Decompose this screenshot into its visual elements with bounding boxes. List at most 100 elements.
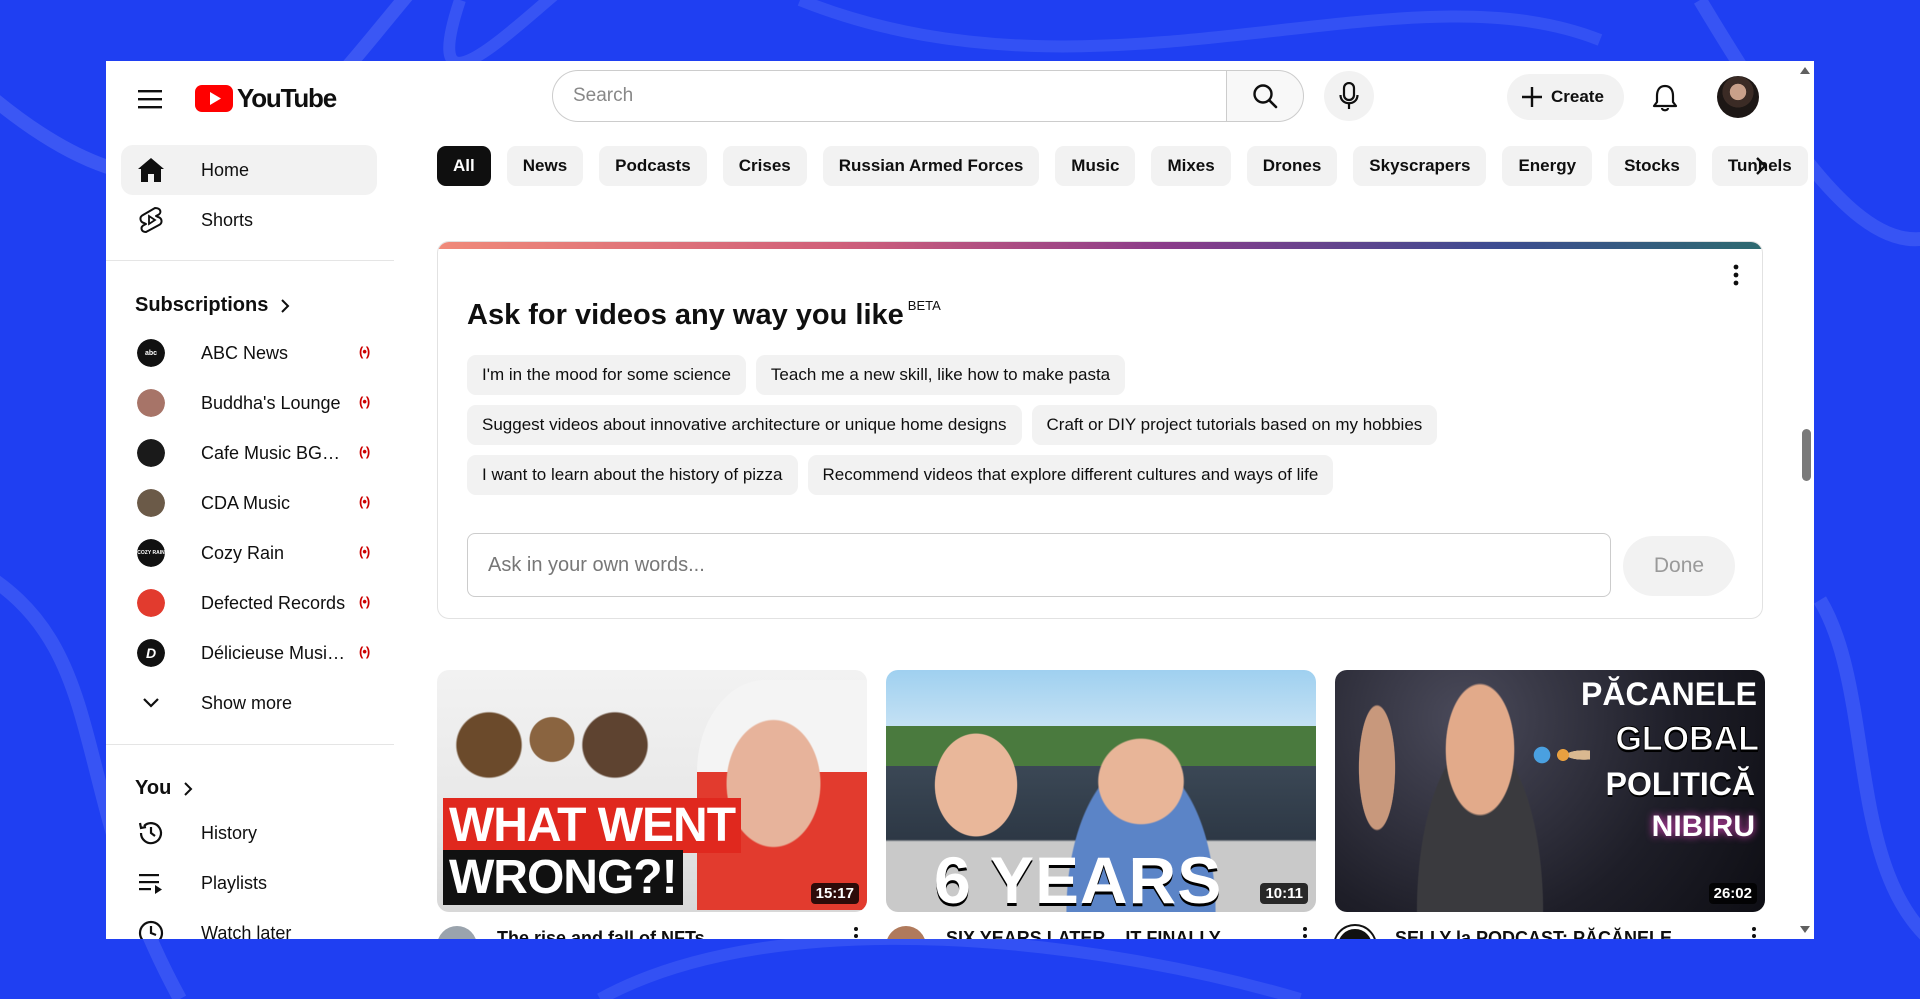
cozy-rain-avatar: COZY RAIN [137, 539, 165, 567]
sidebar-item-buddhas-lounge[interactable]: Buddha's Lounge (•) [121, 378, 377, 428]
watch-later-icon [137, 919, 165, 939]
sidebar-divider [106, 260, 394, 261]
sidebar-item-playlists[interactable]: Playlists [121, 858, 377, 908]
sidebar: Home Shorts Subscriptions abc ABC News (… [106, 135, 396, 939]
prompt-chip[interactable]: I'm in the mood for some science [467, 355, 746, 395]
plus-icon [1522, 87, 1542, 107]
delicieuse-musique-avatar: D [137, 639, 165, 667]
channel-avatar[interactable] [1335, 926, 1375, 939]
bell-icon [1652, 84, 1678, 112]
video-title[interactable]: SELLY la PODCAST: PĂCĂNELE... [1395, 928, 1687, 939]
chevron-right-icon [1756, 157, 1767, 175]
cda-music-avatar [137, 489, 165, 517]
shorts-icon [137, 206, 165, 234]
scrollbar-thumb[interactable] [1802, 429, 1811, 481]
subscriptions-heading[interactable]: Subscriptions [135, 294, 290, 317]
chip-stocks[interactable]: Stocks [1608, 146, 1696, 186]
sidebar-divider [106, 744, 394, 745]
create-button[interactable]: Create [1507, 74, 1624, 120]
video-thumbnail[interactable]: WHAT WENT WRONG?! 15:17 [437, 670, 867, 912]
thumbnail-text: GLOBAL [1615, 720, 1760, 759]
prompt-chip[interactable]: Craft or DIY project tutorials based on … [1031, 405, 1438, 445]
show-more-button[interactable]: Show more [121, 678, 377, 728]
channel-avatar: COZY RAIN [137, 539, 165, 567]
sidebar-item-delicieuse-musique[interactable]: D Délicieuse Musiq... (•) [121, 628, 377, 678]
chip-russian-armed-forces[interactable]: Russian Armed Forces [822, 146, 1040, 186]
chip-podcasts[interactable]: Podcasts [599, 146, 707, 186]
thumbnail-planets [1530, 740, 1590, 770]
history-icon [137, 819, 165, 847]
live-icon: (•) [359, 544, 370, 559]
video-thumbnail[interactable]: PĂCANELE GLOBAL POLITICĂ NIBIRU 26:02 [1335, 670, 1765, 912]
sidebar-item-defected-records[interactable]: Defected Records (•) [121, 578, 377, 628]
thumbnail-person [697, 680, 867, 910]
sidebar-item-label: CDA Music [201, 492, 291, 513]
prompt-chip[interactable]: Recommend videos that explore different … [807, 455, 1334, 495]
video-title[interactable]: The rise and fall of NFTs [497, 928, 705, 939]
live-icon: (•) [359, 644, 370, 659]
sidebar-item-label: Buddha's Lounge [201, 392, 341, 413]
video-meta: SIX YEARS LATER... IT FINALLY... [886, 926, 1316, 939]
video-thumbnail[interactable]: 6 YEARS 10:11 [886, 670, 1316, 912]
channel-avatar [137, 439, 165, 467]
chip-music[interactable]: Music [1055, 146, 1136, 186]
show-more-label: Show more [201, 692, 293, 713]
sidebar-item-history[interactable]: History [121, 808, 377, 858]
video-duration: 26:02 [1708, 883, 1757, 904]
channel-avatar[interactable] [437, 926, 477, 939]
you-heading[interactable]: You [135, 777, 193, 800]
more-vert-icon[interactable] [1751, 926, 1757, 939]
account-avatar[interactable] [1717, 76, 1759, 118]
search-icon [1253, 84, 1278, 109]
sidebar-item-watch-later[interactable]: Watch later [121, 908, 377, 939]
sidebar-item-home[interactable]: Home [121, 145, 377, 195]
chip-news[interactable]: News [506, 146, 584, 186]
prompt-chip[interactable]: Teach me a new skill, like how to make p… [755, 355, 1126, 395]
more-vert-icon[interactable] [853, 926, 859, 939]
search-input[interactable] [552, 70, 1226, 122]
chip-skyscrapers[interactable]: Skyscrapers [1353, 146, 1487, 186]
sidebar-item-label: Cafe Music BGM... [201, 442, 349, 463]
sidebar-item-cafe-music[interactable]: Cafe Music BGM... (•) [121, 428, 377, 478]
sidebar-item-label: Defected Records [201, 592, 346, 613]
chip-energy[interactable]: Energy [1502, 146, 1593, 186]
playlists-icon [137, 869, 165, 897]
sidebar-item-label: Home [201, 159, 250, 180]
subscriptions-heading-label: Subscriptions [135, 294, 269, 316]
sidebar-item-shorts[interactable]: Shorts [121, 195, 377, 245]
notifications-button[interactable] [1644, 77, 1686, 119]
ask-input[interactable] [467, 533, 1611, 597]
chips-next-button[interactable] [1746, 151, 1776, 181]
channel-avatar[interactable] [886, 926, 926, 939]
chip-crises[interactable]: Crises [722, 146, 807, 186]
search-bar [552, 70, 1304, 122]
menu-button[interactable] [130, 79, 170, 119]
chip-drones[interactable]: Drones [1246, 146, 1338, 186]
sidebar-item-label: Playlists [201, 872, 268, 893]
prompt-chip[interactable]: Suggest videos about innovative architec… [467, 405, 1022, 445]
top-bar: YouTube Create [106, 61, 1814, 135]
done-button[interactable]: Done [1623, 536, 1735, 596]
scroll-up-arrow[interactable] [1800, 67, 1810, 74]
thumbnail-text: POLITICĂ [1605, 766, 1755, 802]
chip-mixes[interactable]: Mixes [1151, 146, 1231, 186]
beta-badge: BETA [907, 298, 941, 313]
sidebar-item-cozy-rain[interactable]: COZY RAIN Cozy Rain (•) [121, 528, 377, 578]
sidebar-item-abc-news[interactable]: abc ABC News (•) [121, 328, 377, 378]
voice-search-button[interactable] [1324, 71, 1374, 121]
more-options-button[interactable] [1724, 260, 1748, 290]
thumbnail-hand [916, 710, 1036, 860]
prompt-row: I want to learn about the history of piz… [467, 455, 1334, 495]
prompt-row: I'm in the mood for some science Teach m… [467, 355, 1126, 395]
scroll-down-arrow[interactable] [1800, 926, 1810, 933]
more-vert-icon[interactable] [1302, 926, 1308, 939]
live-icon: (•) [359, 394, 370, 409]
prompt-chip[interactable]: I want to learn about the history of piz… [467, 455, 798, 495]
video-title[interactable]: SIX YEARS LATER... IT FINALLY... [946, 928, 1234, 939]
video-meta: The rise and fall of NFTs [437, 926, 867, 939]
sidebar-item-label: Cozy Rain [201, 542, 285, 563]
chip-all[interactable]: All [437, 146, 491, 186]
youtube-logo[interactable]: YouTube [195, 83, 337, 113]
search-button[interactable] [1226, 70, 1304, 122]
sidebar-item-cda-music[interactable]: CDA Music (•) [121, 478, 377, 528]
